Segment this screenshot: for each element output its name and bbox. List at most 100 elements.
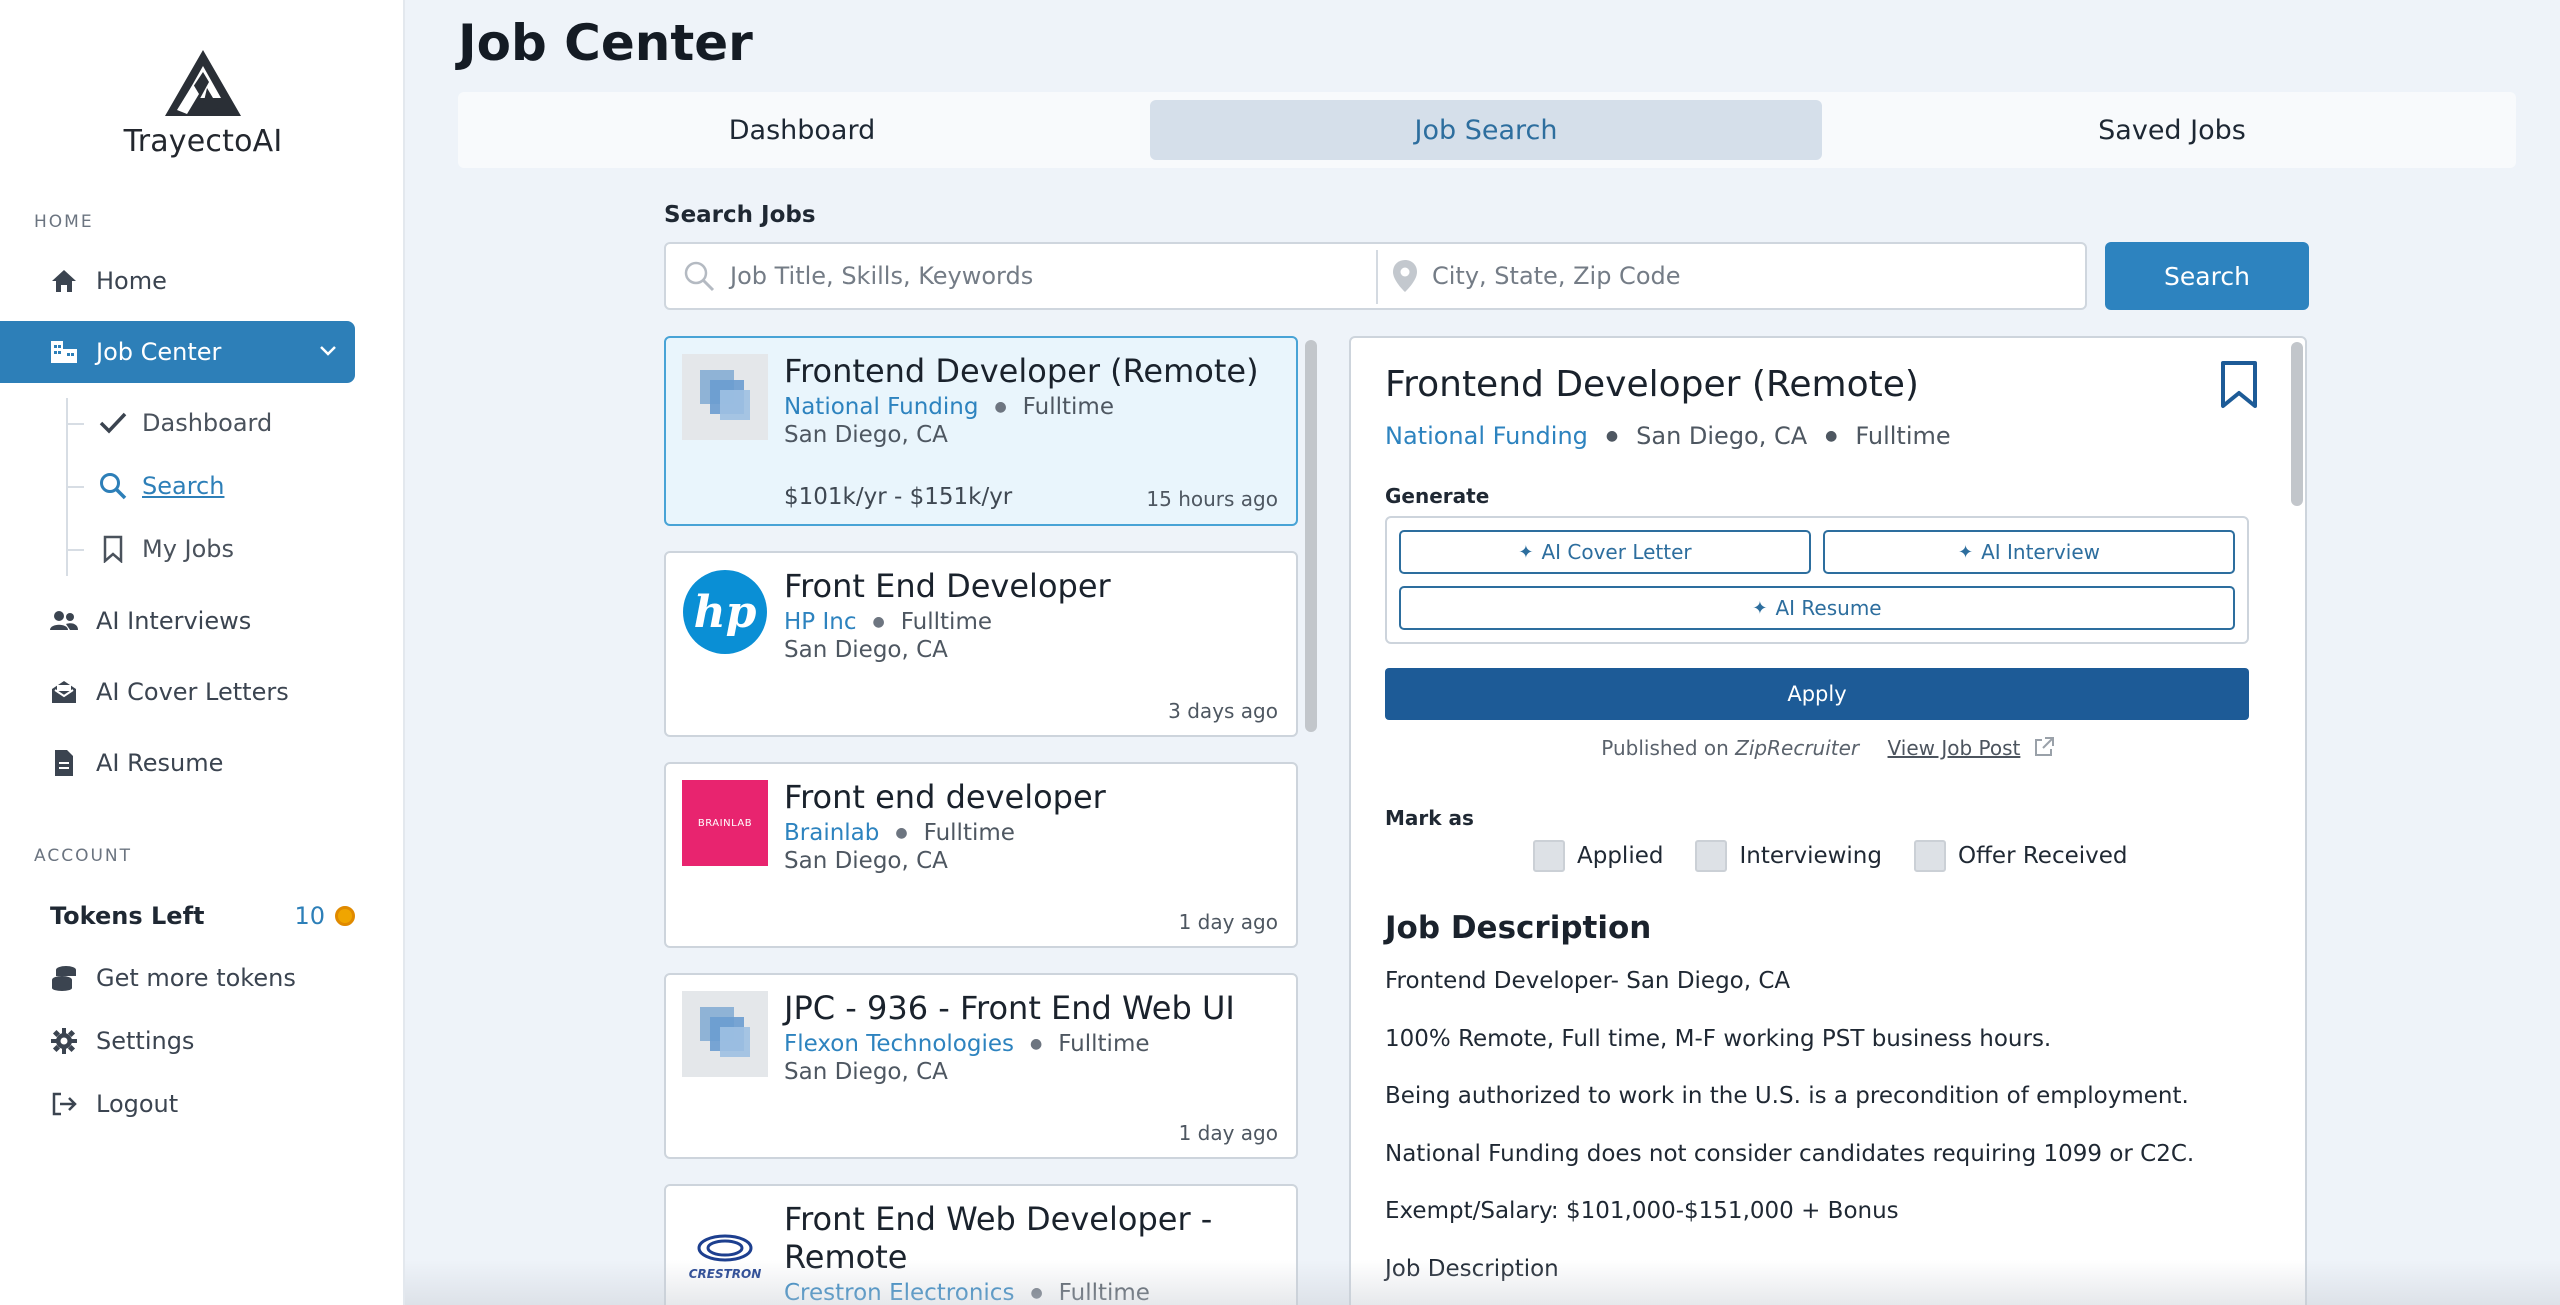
coin-icon xyxy=(335,906,355,926)
sparkle-icon: ✦ xyxy=(1752,597,1768,619)
checkbox[interactable] xyxy=(1533,840,1565,872)
checkbox-label: Interviewing xyxy=(1739,843,1882,869)
job-title: Front End Web Developer - Remote xyxy=(784,1200,1212,1276)
tokens-count: 10 xyxy=(294,902,355,930)
sidebar-item-home[interactable]: Home xyxy=(0,250,355,312)
job-location: San Diego, CA xyxy=(784,637,948,663)
job-description-line: Being authorized to work in the U.S. is … xyxy=(1385,1083,2189,1109)
ai-resume-button[interactable]: ✦ AI Resume xyxy=(1399,586,2235,630)
location-search-input[interactable]: City, State, Zip Code xyxy=(1392,244,2082,308)
sidebar-subitem-label: Dashboard xyxy=(142,409,273,437)
job-card[interactable]: Frontend Developer (Remote) National Fun… xyxy=(664,336,1298,526)
location-pin-icon xyxy=(1393,260,1417,292)
job-card[interactable]: JPC - 936 - Front End Web UI Flexon Tech… xyxy=(664,973,1298,1159)
sidebar-subitem-dashboard[interactable]: Dashboard xyxy=(98,403,272,443)
job-card[interactable]: CRESTRON Front End Web Developer - Remot… xyxy=(664,1184,1298,1305)
separator-dot: ● xyxy=(1825,428,1838,444)
separator-dot: ● xyxy=(1605,428,1619,444)
coins-icon xyxy=(50,964,78,992)
separator-dot: ● xyxy=(994,399,1007,415)
job-description-line: National Funding does not consider candi… xyxy=(1385,1141,2195,1167)
generate-box: ✦ AI Cover Letter ✦ AI Interview ✦ AI Re… xyxy=(1385,516,2249,644)
job-title: Frontend Developer (Remote) xyxy=(784,352,1259,390)
keyword-search-input[interactable]: Job Title, Skills, Keywords xyxy=(682,244,1372,308)
separator-dot: ● xyxy=(895,825,908,841)
detail-location: San Diego, CA xyxy=(1636,422,1808,450)
tab-job-search[interactable]: Job Search xyxy=(1150,100,1822,160)
envelope-icon xyxy=(50,678,78,706)
mark-applied-checkbox[interactable]: Applied xyxy=(1533,840,1663,872)
detail-company[interactable]: National Funding xyxy=(1385,422,1588,450)
sidebar-item-label: Home xyxy=(96,267,167,295)
home-icon xyxy=(50,267,78,295)
sidebar-item-ai-resume[interactable]: AI Resume xyxy=(0,732,355,794)
sidebar-item-job-center[interactable]: Job Center xyxy=(0,321,355,383)
brainlab-logo-text: BRAINLAB xyxy=(697,817,753,829)
mark-as-label: Mark as xyxy=(1385,806,1474,830)
job-list-scrollbar[interactable] xyxy=(1305,340,1317,732)
published-prefix: Published on xyxy=(1601,736,1729,760)
sidebar-subitem-label: Search xyxy=(142,472,225,500)
view-job-post-link[interactable]: View Job Post xyxy=(1888,736,2021,760)
checkbox[interactable] xyxy=(1695,840,1728,872)
detail-scrollbar[interactable] xyxy=(2291,342,2303,506)
job-description-line: Frontend Developer- San Diego, CA xyxy=(1385,968,1791,994)
job-company[interactable]: Crestron Electronics xyxy=(784,1280,1014,1305)
checkbox-label: Offer Received xyxy=(1957,843,2128,869)
job-type: Fulltime xyxy=(1058,1031,1150,1057)
job-company[interactable]: Brainlab xyxy=(784,820,879,846)
job-location: San Diego, CA xyxy=(784,1059,948,1085)
job-posted-time: 15 hours ago xyxy=(1146,487,1278,511)
detail-type: Fulltime xyxy=(1855,422,1951,450)
sidebar-subitem-my-jobs[interactable]: My Jobs xyxy=(98,529,234,569)
sidebar: TrayectoAI HOME Home Job Center Dashboar… xyxy=(0,0,405,1305)
sidebar-item-ai-interviews[interactable]: AI Interviews xyxy=(0,590,355,652)
search-divider xyxy=(1376,250,1378,304)
save-job-bookmark-icon[interactable] xyxy=(2219,360,2259,414)
job-company[interactable]: HP Inc xyxy=(784,609,856,635)
ai-cover-letter-button[interactable]: ✦ AI Cover Letter xyxy=(1399,530,1811,574)
brainlab-logo: BRAINLAB xyxy=(682,780,768,866)
external-link-icon[interactable] xyxy=(2033,736,2055,758)
button-label: AI Interview xyxy=(1981,540,2101,564)
chevron-down-icon[interactable] xyxy=(317,339,339,367)
apply-button[interactable]: Apply xyxy=(1385,668,2249,720)
logout-icon xyxy=(50,1090,78,1118)
generic-company-logo xyxy=(682,354,768,440)
tab-dashboard[interactable]: Dashboard xyxy=(466,100,1138,160)
sidebar-item-ai-cover-letters[interactable]: AI Cover Letters xyxy=(0,661,355,723)
brand-logo[interactable]: TrayectoAI xyxy=(120,48,286,159)
job-description-line: 100% Remote, Full time, M-F working PST … xyxy=(1385,1026,2052,1052)
check-icon xyxy=(98,408,128,438)
job-company[interactable]: Flexon Technologies xyxy=(784,1031,1014,1057)
tab-saved-jobs[interactable]: Saved Jobs xyxy=(1836,100,2508,160)
crestron-logo-text: CRESTRON xyxy=(689,1267,762,1281)
search-button[interactable]: Search xyxy=(2105,242,2309,310)
mark-interviewing-checkbox[interactable]: Interviewing xyxy=(1695,840,1882,872)
mark-offer-received-checkbox[interactable]: Offer Received xyxy=(1913,840,2128,872)
separator-dot: ● xyxy=(872,614,885,630)
ai-interview-button[interactable]: ✦ AI Interview xyxy=(1823,530,2235,574)
job-card[interactable]: BRAINLAB Front end developer Brainlab ● … xyxy=(664,762,1298,948)
sidebar-item-label: Logout xyxy=(96,1090,179,1118)
gear-icon xyxy=(50,1027,78,1055)
job-title: Front end developer xyxy=(784,778,1106,816)
sidebar-subitem-search[interactable]: Search xyxy=(98,466,224,506)
bookmark-icon xyxy=(98,534,128,564)
separator-dot: ● xyxy=(1029,1036,1043,1052)
job-type: Fulltime xyxy=(1058,1280,1150,1305)
generic-company-logo xyxy=(682,991,768,1077)
location-placeholder: City, State, Zip Code xyxy=(1432,262,1681,290)
users-icon xyxy=(50,607,78,635)
job-card[interactable]: hp Front End Developer HP Inc ● Fulltime… xyxy=(664,551,1298,737)
separator-dot: ● xyxy=(1030,1285,1043,1301)
sidebar-item-get-more-tokens[interactable]: Get more tokens xyxy=(0,947,355,1009)
page-title: Job Center xyxy=(458,14,753,72)
job-company[interactable]: National Funding xyxy=(784,394,978,420)
sidebar-item-logout[interactable]: Logout xyxy=(0,1073,355,1135)
job-detail-panel: Frontend Developer (Remote) National Fun… xyxy=(1349,336,2307,1305)
detail-job-title: Frontend Developer (Remote) xyxy=(1385,364,1919,405)
sidebar-item-settings[interactable]: Settings xyxy=(0,1010,355,1072)
checkbox[interactable] xyxy=(1913,840,1946,872)
job-title-line: Front End Web Developer - xyxy=(784,1200,1213,1238)
